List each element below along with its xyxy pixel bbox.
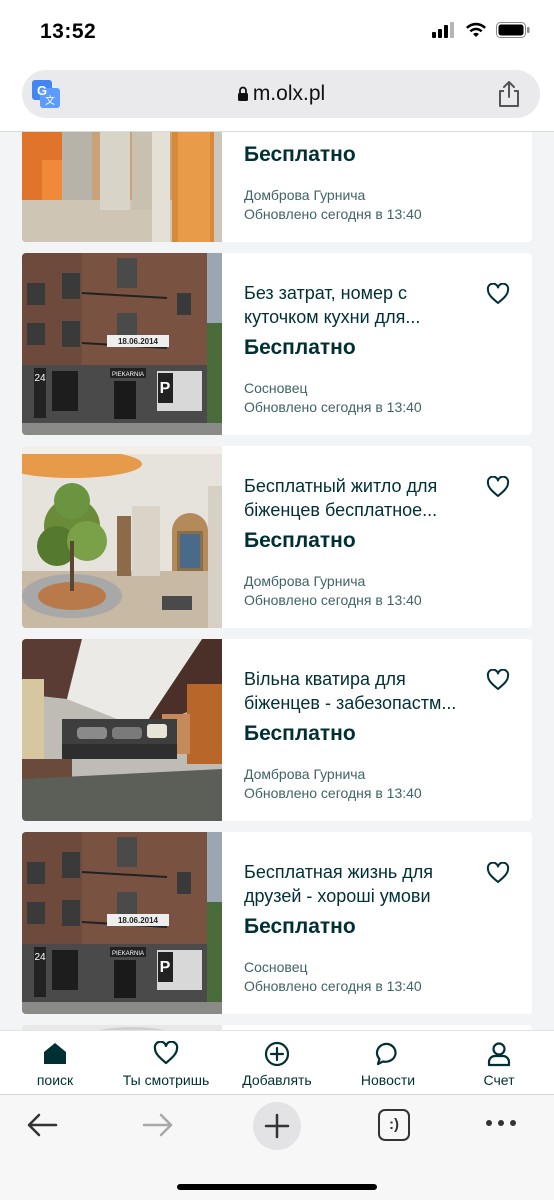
listing-card[interactable]: 18.06.2014 24 PIEKARNIA P Без затрат, но…	[22, 253, 532, 435]
attic-room-photo	[22, 639, 222, 821]
listing-location: Сосновец	[244, 959, 308, 975]
listing-title-line: Бесплатная жизнь для	[244, 862, 434, 882]
listing-info: Без затрат, номер с куточком кухни для..…	[244, 253, 532, 435]
lock-icon	[237, 86, 248, 101]
listing-title[interactable]: Бесплатная жизнь для друзей - хороші умо…	[244, 860, 476, 908]
tab-label: Ты смотришь	[122, 1072, 210, 1088]
hallway-photo	[22, 446, 222, 628]
home-indicator	[177, 1184, 377, 1190]
number-sign: 24	[34, 373, 46, 384]
listing-price: Бесплатно	[244, 143, 356, 166]
status-time: 13:52	[40, 20, 97, 43]
favorite-heart-icon[interactable]	[486, 862, 510, 884]
tab-add[interactable]: Добавлять	[222, 1031, 332, 1095]
plus-icon	[264, 1113, 290, 1139]
bottom-tab-bar: поиск Ты смотришь Добавлять Новости Счет	[0, 1030, 554, 1094]
listing-card[interactable]: Бесплатный житло для біженцев бесплатное…	[22, 446, 532, 628]
listing-thumbnail[interactable]: 18.06.2014 24 PIEKARNIA P	[22, 832, 222, 1014]
cellular-signal-icon	[432, 22, 454, 38]
back-arrow-icon[interactable]	[24, 1107, 60, 1143]
banner-text: 18.06.2014	[118, 337, 159, 346]
add-circle-icon	[264, 1041, 290, 1067]
listing-title-line: друзей - хороші умови	[244, 886, 431, 906]
listing-price: Бесплатно	[244, 336, 356, 359]
browser-address-area: G 文 m.olx.pl	[0, 64, 554, 132]
favorite-heart-icon[interactable]	[486, 669, 510, 691]
banner-text: 18.06.2014	[118, 916, 159, 925]
more-icon[interactable]	[484, 1117, 518, 1129]
wifi-icon	[466, 22, 486, 37]
listing-title[interactable]: Бесплатный житло для біженцев бесплатное…	[244, 474, 476, 522]
address-bar[interactable]: G 文 m.olx.pl	[22, 70, 540, 118]
listing-price: Бесплатно	[244, 915, 356, 938]
parking-sign: P	[160, 380, 171, 397]
listing-info: Бесплатно Домброва Гурнича Обновлено сег…	[244, 132, 532, 242]
tab-search[interactable]: поиск	[0, 1031, 110, 1095]
listing-title-line: куточком кухни для...	[244, 307, 421, 327]
shop-sign: PIEKARNIA	[112, 372, 144, 378]
listing-card[interactable]: Бесплатно Домброва Гурнича Обновлено сег…	[22, 132, 532, 242]
parking-sign: P	[160, 959, 171, 976]
listing-info: Бесплатный житло для біженцев бесплатное…	[244, 446, 532, 628]
listing-updated: Обновлено сегодня в 13:40	[244, 592, 422, 608]
status-icons	[432, 22, 530, 38]
url-text: m.olx.pl	[252, 82, 326, 105]
listing-location: Сосновец	[244, 380, 308, 396]
url-display[interactable]: m.olx.pl	[22, 82, 540, 106]
listing-card[interactable]: 18.06.2014 24 PIEKARNIA P Бесплатная жиз…	[22, 832, 532, 1014]
listing-title-line: біженцев бесплатное...	[244, 500, 438, 520]
corridor-photo	[22, 132, 222, 242]
number-sign: 24	[34, 952, 46, 963]
browser-toolbar: :)	[0, 1094, 554, 1200]
status-bar: 13:52	[0, 0, 554, 64]
listing-updated: Обновлено сегодня в 13:40	[244, 785, 422, 801]
listing-updated: Обновлено сегодня в 13:40	[244, 399, 422, 415]
listing-updated: Обновлено сегодня в 13:40	[244, 978, 422, 994]
listing-price: Бесплатно	[244, 722, 356, 745]
listing-title[interactable]: Без затрат, номер с куточком кухни для..…	[244, 281, 476, 329]
listing-info: Вільна кватира для біженцев - забезопаст…	[244, 639, 532, 821]
listing-title-line: Вільна кватира для	[244, 669, 406, 689]
tab-label: Новости	[360, 1072, 416, 1088]
tab-label: Счет	[483, 1072, 515, 1088]
listing-card[interactable]: Вільна кватира для біженцев - забезопаст…	[22, 639, 532, 821]
listing-price: Бесплатно	[244, 529, 356, 552]
tab-news[interactable]: Новости	[333, 1031, 443, 1095]
favorite-heart-icon[interactable]	[486, 476, 510, 498]
tab-watching[interactable]: Ты смотришь	[111, 1031, 221, 1095]
building-photo: 18.06.2014 24 PIEKARNIA P	[22, 253, 222, 435]
listing-title-line: Бесплатный житло для	[244, 476, 438, 496]
heart-icon	[153, 1041, 179, 1065]
favorite-heart-icon[interactable]	[486, 283, 510, 305]
listing-thumbnail[interactable]	[22, 132, 222, 242]
shop-sign: PIEKARNIA	[112, 951, 144, 957]
listing-info: Бесплатная жизнь для друзей - хороші умо…	[244, 832, 532, 1014]
listing-thumbnail[interactable]	[22, 639, 222, 821]
listing-title[interactable]: Вільна кватира для біженцев - забезопаст…	[244, 667, 476, 715]
listing-updated: Обновлено сегодня в 13:40	[244, 206, 422, 222]
tabs-icon-label: :)	[389, 1116, 399, 1133]
tab-label: поиск	[36, 1072, 74, 1088]
forward-arrow-icon[interactable]	[140, 1107, 176, 1143]
building-photo: 18.06.2014 24 PIEKARNIA P	[22, 832, 222, 1014]
listing-thumbnail[interactable]: 18.06.2014 24 PIEKARNIA P	[22, 253, 222, 435]
tab-account[interactable]: Счет	[444, 1031, 554, 1095]
listing-feed[interactable]: Бесплатно Домброва Гурнича Обновлено сег…	[0, 132, 554, 1030]
listing-location: Домброва Гурнича	[244, 187, 366, 203]
listing-title-line: Без затрат, номер с	[244, 283, 408, 303]
home-icon	[44, 1043, 66, 1064]
battery-icon	[496, 22, 530, 38]
listing-location: Домброва Гурнича	[244, 766, 366, 782]
listing-thumbnail[interactable]	[22, 446, 222, 628]
listing-title-line: біженцев - забезопастм...	[244, 693, 457, 713]
user-icon	[487, 1042, 511, 1067]
share-icon[interactable]	[496, 80, 522, 108]
new-tab-button[interactable]	[253, 1102, 301, 1150]
tabs-button[interactable]: :)	[378, 1109, 410, 1141]
tab-label: Добавлять	[242, 1072, 312, 1088]
listing-location: Домброва Гурнича	[244, 573, 366, 589]
chat-icon	[375, 1042, 397, 1066]
